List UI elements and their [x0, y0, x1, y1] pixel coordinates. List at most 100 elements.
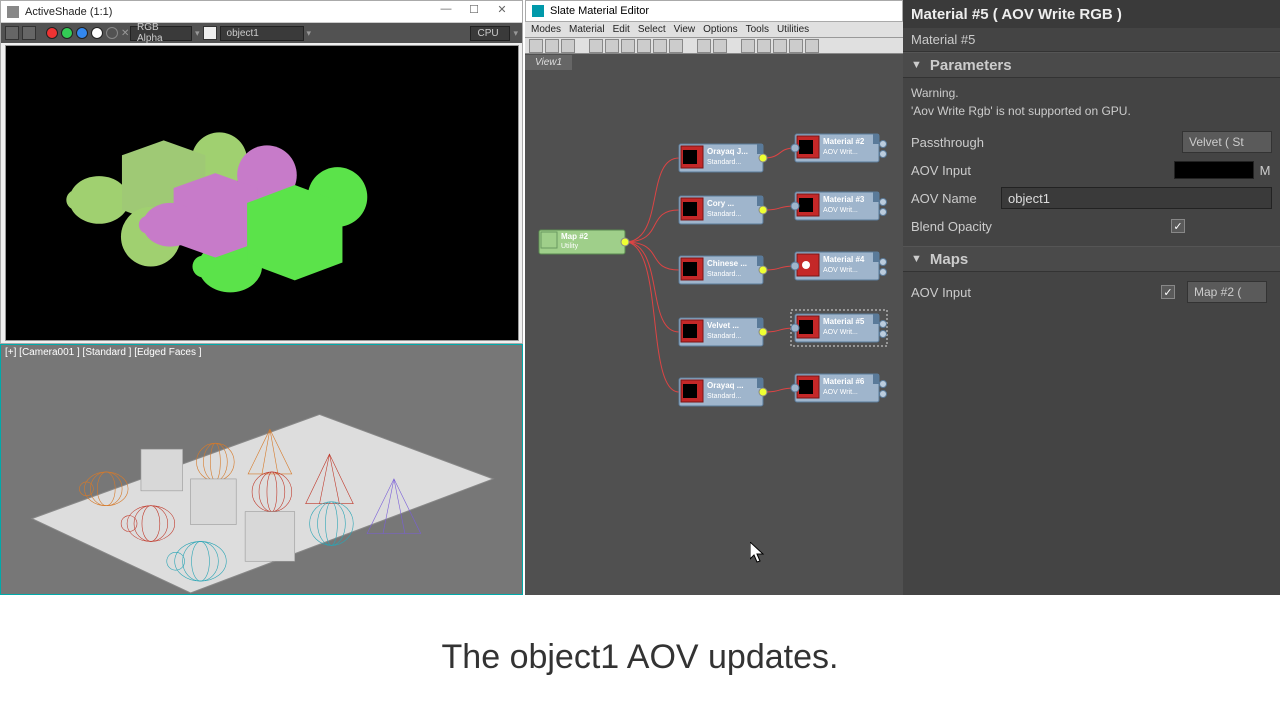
- svg-text:AOV Writ...: AOV Writ...: [823, 329, 858, 336]
- tool-a-icon[interactable]: [589, 39, 603, 53]
- tool-e-icon[interactable]: [653, 39, 667, 53]
- tool-h-icon[interactable]: [713, 39, 727, 53]
- svg-text:Velvet ...: Velvet ...: [707, 321, 739, 330]
- maps-aov-value[interactable]: Map #2 (: [1187, 281, 1267, 303]
- menu-modes[interactable]: Modes: [531, 24, 561, 35]
- aov-input-swatch[interactable]: [1174, 161, 1254, 179]
- tool-m-icon[interactable]: [805, 39, 819, 53]
- svg-text:Map #2: Map #2: [561, 232, 589, 241]
- tool-pick-icon[interactable]: [529, 39, 543, 53]
- panel-subtitle: Material #5: [903, 28, 1280, 52]
- svg-text:Chinese ...: Chinese ...: [707, 259, 747, 268]
- menu-edit[interactable]: Edit: [613, 24, 630, 35]
- gpu-warning: Warning. 'Aov Write Rgb' is not supporte…: [911, 84, 1272, 120]
- svg-text:Material #3: Material #3: [823, 195, 865, 204]
- tool-g-icon[interactable]: [697, 39, 711, 53]
- menu-view[interactable]: View: [674, 24, 696, 35]
- app-icon: [7, 6, 19, 18]
- maps-aov-checkbox[interactable]: ✓: [1161, 285, 1175, 299]
- rollout-maps[interactable]: ▼Maps: [903, 246, 1280, 272]
- node-material5[interactable]: Material #5 AOV Writ...: [791, 310, 887, 346]
- node-canvas[interactable]: Map #2 Utility Orayaq J... Standard... Co…: [525, 70, 903, 595]
- svg-text:Standard...: Standard...: [707, 211, 741, 218]
- svg-text:Standard...: Standard...: [707, 271, 741, 278]
- slate-titlebar[interactable]: Slate Material Editor: [525, 0, 903, 22]
- slate-menubar: Modes Material Edit Select View Options …: [525, 22, 903, 38]
- label-aov-name: AOV Name: [911, 191, 1001, 206]
- aov-select[interactable]: object1: [220, 26, 304, 41]
- alpha-mode-select[interactable]: RGB Alpha: [130, 26, 192, 41]
- channel-r-icon[interactable]: [46, 27, 58, 39]
- tool-l-icon[interactable]: [789, 39, 803, 53]
- svg-text:Material #2: Material #2: [823, 137, 865, 146]
- activeshade-titlebar[interactable]: ActiveShade (1:1) — ☐ ✕: [1, 1, 522, 23]
- swatch-icon[interactable]: [203, 26, 217, 40]
- maximize-button[interactable]: ☐: [460, 3, 488, 21]
- close-button[interactable]: ✕: [488, 3, 516, 21]
- parameter-panel: Material #5 ( AOV Write RGB ) Material #…: [903, 0, 1280, 595]
- label-maps-aov-input: AOV Input: [911, 285, 1071, 300]
- passthrough-value[interactable]: Velvet ( St: [1182, 131, 1272, 153]
- tool-f-icon[interactable]: [669, 39, 683, 53]
- tool-i-icon[interactable]: [741, 39, 755, 53]
- svg-text:Orayaq J...: Orayaq J...: [707, 147, 748, 156]
- render-view: [5, 45, 519, 341]
- rollout-parameters[interactable]: ▼Parameters: [903, 52, 1280, 78]
- svg-text:AOV Writ...: AOV Writ...: [823, 267, 858, 274]
- svg-text:Standard...: Standard...: [707, 159, 741, 166]
- slate-tabbar: View1: [525, 54, 903, 70]
- svg-text:Standard...: Standard...: [707, 393, 741, 400]
- chevron-down-icon: ▼: [911, 59, 922, 71]
- copy-icon[interactable]: [22, 26, 36, 40]
- slate-app-icon: [532, 5, 544, 17]
- svg-text:Utility: Utility: [561, 243, 579, 250]
- label-aov-input: AOV Input: [911, 163, 1071, 178]
- menu-material[interactable]: Material: [569, 24, 605, 35]
- aov-name-input[interactable]: [1001, 187, 1272, 209]
- svg-text:Orayaq ...: Orayaq ...: [707, 381, 743, 390]
- menu-options[interactable]: Options: [703, 24, 737, 35]
- camera-viewport[interactable]: [+] [Camera001 ] [Standard ] [Edged Face…: [0, 344, 523, 595]
- activeshade-window: ActiveShade (1:1) — ☐ ✕ ✕ RGB Alpha ▾ ob…: [0, 0, 523, 344]
- slate-editor: Slate Material Editor Modes Material Edi…: [525, 0, 903, 595]
- channel-b-icon[interactable]: [76, 27, 88, 39]
- aov-input-map-button[interactable]: M: [1258, 163, 1272, 178]
- save-icon[interactable]: [5, 26, 19, 40]
- blend-opacity-checkbox[interactable]: ✓: [1171, 219, 1185, 233]
- svg-text:AOV Writ...: AOV Writ...: [823, 207, 858, 214]
- viewport-label: [+] [Camera001 ] [Standard ] [Edged Face…: [5, 347, 202, 358]
- menu-tools[interactable]: Tools: [746, 24, 769, 35]
- activeshade-toolbar: ✕ RGB Alpha ▾ object1 ▾ CPU ▾: [1, 23, 522, 43]
- panel-title: Material #5 ( AOV Write RGB ): [903, 0, 1280, 28]
- channel-mono-icon[interactable]: [106, 27, 118, 39]
- menu-select[interactable]: Select: [638, 24, 666, 35]
- svg-text:Material #4: Material #4: [823, 255, 865, 264]
- svg-text:Standard...: Standard...: [707, 333, 741, 340]
- label-passthrough: Passthrough: [911, 135, 1071, 150]
- svg-text:AOV Writ...: AOV Writ...: [823, 149, 858, 156]
- node-map2[interactable]: Map #2 Utility: [539, 230, 629, 254]
- tool-eyedrop-icon[interactable]: [561, 39, 575, 53]
- svg-text:Material #5: Material #5: [823, 317, 865, 326]
- caption: The object1 AOV updates.: [0, 595, 1280, 720]
- svg-text:Cory ...: Cory ...: [707, 199, 734, 208]
- svg-text:Material #6: Material #6: [823, 377, 865, 386]
- tool-b-icon[interactable]: [605, 39, 619, 53]
- tool-j-icon[interactable]: [757, 39, 771, 53]
- svg-text:AOV Writ...: AOV Writ...: [823, 389, 858, 396]
- chevron-down-icon: ▼: [911, 253, 922, 265]
- tool-k-icon[interactable]: [773, 39, 787, 53]
- channel-g-icon[interactable]: [61, 27, 73, 39]
- menu-utilities[interactable]: Utilities: [777, 24, 809, 35]
- tool-brush-icon[interactable]: [545, 39, 559, 53]
- slate-title: Slate Material Editor: [550, 5, 649, 17]
- minimize-button[interactable]: —: [432, 3, 460, 21]
- tab-view1[interactable]: View1: [525, 55, 572, 70]
- channel-a-icon[interactable]: [91, 27, 103, 39]
- device-select[interactable]: CPU: [470, 26, 510, 41]
- slate-toolbar: [525, 38, 903, 54]
- tool-c-icon[interactable]: [621, 39, 635, 53]
- window-title: ActiveShade (1:1): [25, 6, 112, 18]
- tool-d-icon[interactable]: [637, 39, 651, 53]
- label-blend-opacity: Blend Opacity: [911, 219, 1071, 234]
